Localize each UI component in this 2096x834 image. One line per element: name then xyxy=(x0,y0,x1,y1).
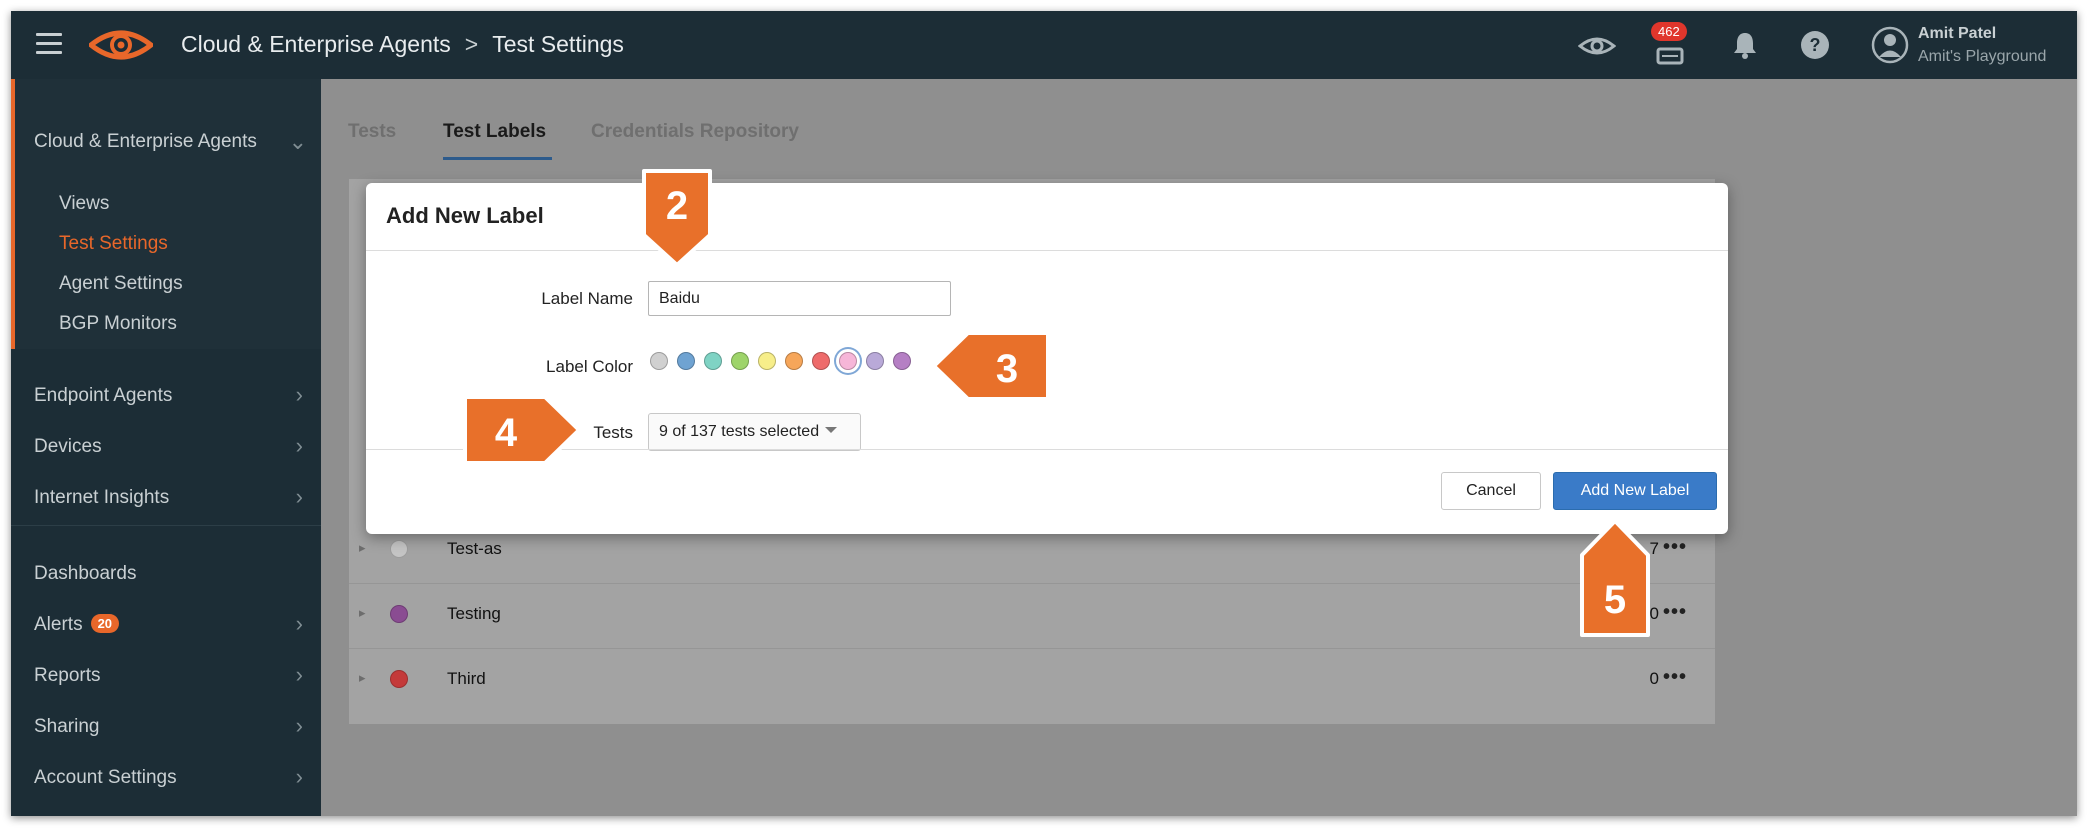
help-icon[interactable]: ? xyxy=(1800,30,1830,60)
label-name: Testing xyxy=(447,604,501,623)
cancel-button[interactable]: Cancel xyxy=(1441,472,1541,510)
more-options-icon[interactable]: ••• xyxy=(1663,666,1687,689)
breadcrumb-parent[interactable]: Cloud & Enterprise Agents xyxy=(181,31,451,57)
sidebar-section-title[interactable]: Cloud & Enterprise Agents xyxy=(34,131,257,153)
sidebar-section-cloud-agents xyxy=(11,79,321,349)
sidebar-item-bgp-monitors[interactable]: BGP Monitors xyxy=(59,313,177,335)
svg-text:?: ? xyxy=(1810,35,1821,55)
callout-3: 3 xyxy=(932,331,1050,401)
user-avatar-icon[interactable] xyxy=(1871,26,1909,64)
chevron-right-icon[interactable]: › xyxy=(296,662,303,688)
breadcrumb-current: Test Settings xyxy=(492,31,624,57)
alerts-count-badge: 20 xyxy=(90,614,120,633)
callout-5: 5 xyxy=(1580,519,1650,637)
sidebar-item-test-settings[interactable]: Test Settings xyxy=(59,233,168,255)
sidebar-item-devices[interactable]: Devices xyxy=(34,436,102,458)
sidebar-item-internet-insights[interactable]: Internet Insights xyxy=(34,487,169,509)
label-test-count: 0 xyxy=(1649,669,1659,688)
callout-number: 3 xyxy=(996,347,1018,391)
color-swatch[interactable] xyxy=(785,352,803,370)
notification-count-badge: 462 xyxy=(1651,22,1687,41)
chevron-right-icon[interactable]: › xyxy=(296,382,303,408)
sidebar-item-agent-settings[interactable]: Agent Settings xyxy=(59,273,183,295)
label-name-input[interactable] xyxy=(648,281,951,316)
color-swatch[interactable] xyxy=(650,352,668,370)
chevron-right-icon[interactable]: › xyxy=(296,611,303,637)
sidebar-item-alerts[interactable]: Alerts 20 xyxy=(34,614,120,636)
modal-divider xyxy=(366,250,1728,251)
tests-select-value: 9 of 137 tests selected xyxy=(659,423,820,440)
chevron-down-icon[interactable]: ⌄ xyxy=(289,129,307,155)
sidebar-item-label: Alerts xyxy=(34,614,83,635)
expand-caret-icon[interactable]: ▸ xyxy=(359,605,366,621)
hamburger-icon[interactable] xyxy=(36,33,62,55)
expand-caret-icon[interactable]: ▸ xyxy=(359,670,366,686)
eye-icon[interactable] xyxy=(1578,35,1616,57)
app-window: Cloud & Enterprise Agents > Test Settings … xyxy=(11,11,2077,816)
callout-4: 4 xyxy=(463,395,581,465)
top-bar: Cloud & Enterprise Agents > Test Settings … xyxy=(11,11,2077,79)
more-options-icon[interactable]: ••• xyxy=(1663,601,1687,624)
modal-title: Add New Label xyxy=(386,203,544,228)
sidebar-item-endpoint-agents[interactable]: Endpoint Agents xyxy=(34,385,172,407)
table-row[interactable]: ▸ Testing 0 ••• xyxy=(349,585,1715,649)
expand-caret-icon[interactable]: ▸ xyxy=(359,540,366,556)
sidebar-item-reports[interactable]: Reports xyxy=(34,665,101,687)
notifications-tray-icon[interactable] xyxy=(1656,45,1684,67)
breadcrumb: Cloud & Enterprise Agents > Test Settings xyxy=(181,31,624,58)
chevron-right-icon[interactable]: › xyxy=(296,484,303,510)
sidebar-item-sharing[interactable]: Sharing xyxy=(34,716,100,738)
chevron-right-icon[interactable]: › xyxy=(296,713,303,739)
more-options-icon[interactable]: ••• xyxy=(1663,536,1687,559)
tab-credentials-repository[interactable]: Credentials Repository xyxy=(591,121,799,143)
label-name: Third xyxy=(447,669,486,688)
user-name[interactable]: Amit Patel xyxy=(1918,25,1996,43)
label-color-dot xyxy=(390,605,408,623)
dropdown-arrow-icon xyxy=(825,427,838,433)
tab-tests[interactable]: Tests xyxy=(348,121,396,143)
label-color-label: Label Color xyxy=(546,357,633,376)
sidebar-item-dashboards[interactable]: Dashboards xyxy=(34,563,136,585)
sidebar-item-account-settings[interactable]: Account Settings xyxy=(34,767,177,789)
color-swatch[interactable] xyxy=(839,352,857,370)
color-swatch[interactable] xyxy=(704,352,722,370)
active-tab-indicator xyxy=(443,157,552,160)
label-name: Test-as xyxy=(447,539,502,558)
add-new-label-button[interactable]: Add New Label xyxy=(1553,472,1717,510)
breadcrumb-separator: > xyxy=(464,31,479,57)
callout-2: 2 xyxy=(642,169,712,267)
color-swatch[interactable] xyxy=(812,352,830,370)
label-color-dot xyxy=(390,670,408,688)
sidebar-item-views[interactable]: Views xyxy=(59,193,109,215)
eye-logo-icon[interactable] xyxy=(89,25,153,65)
user-org[interactable]: Amit's Playground xyxy=(1918,48,2046,66)
color-swatch[interactable] xyxy=(731,352,749,370)
table-row[interactable]: ▸ Third 0 ••• xyxy=(349,650,1715,714)
label-name-label: Label Name xyxy=(541,289,633,308)
color-swatch[interactable] xyxy=(758,352,776,370)
color-swatch[interactable] xyxy=(893,352,911,370)
color-swatch[interactable] xyxy=(866,352,884,370)
chevron-right-icon[interactable]: › xyxy=(296,433,303,459)
color-picker xyxy=(650,352,920,372)
tab-test-labels[interactable]: Test Labels xyxy=(443,121,546,143)
chevron-right-icon[interactable]: › xyxy=(296,764,303,790)
callout-number: 4 xyxy=(495,411,518,455)
bell-icon[interactable] xyxy=(1732,31,1758,59)
label-color-dot xyxy=(390,540,408,558)
callout-number: 5 xyxy=(1604,578,1626,622)
color-swatch[interactable] xyxy=(677,352,695,370)
tests-select-dropdown[interactable]: 9 of 137 tests selected xyxy=(648,413,861,451)
sidebar-divider xyxy=(11,525,321,526)
sidebar: Cloud & Enterprise Agents ⌄ Views Test S… xyxy=(11,79,321,816)
callout-number: 2 xyxy=(666,184,688,228)
